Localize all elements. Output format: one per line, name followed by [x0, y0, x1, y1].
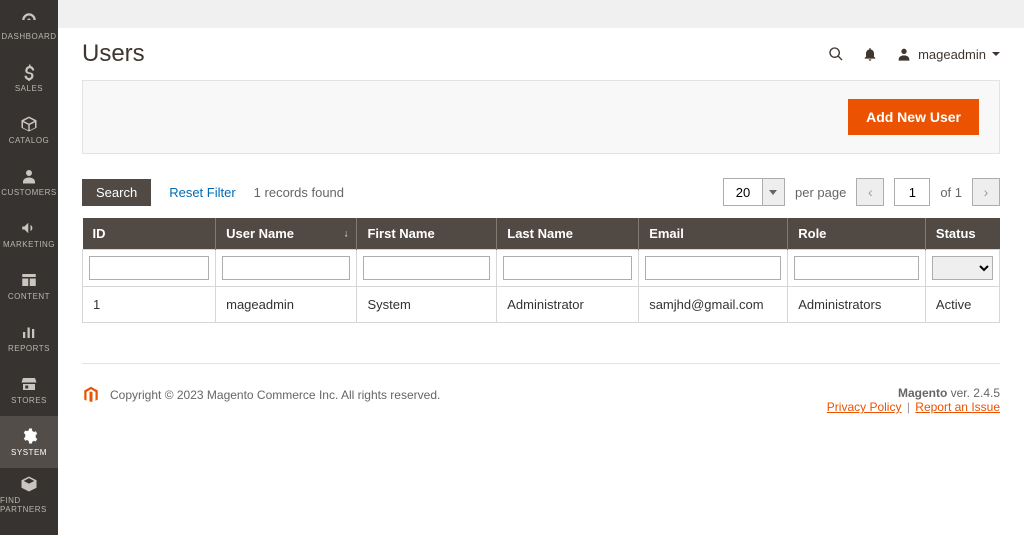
privacy-link[interactable]: Privacy Policy — [827, 400, 902, 414]
sidebar-item-sales[interactable]: SALES — [0, 52, 58, 104]
brand-label: Magento — [898, 386, 947, 400]
report-issue-link[interactable]: Report an Issue — [915, 400, 1000, 414]
sidebar-item-system[interactable]: SYSTEM — [0, 416, 58, 468]
sidebar-item-catalog[interactable]: CATALOG — [0, 104, 58, 156]
page-header: Users mageadmin — [58, 28, 1024, 80]
content-icon — [20, 271, 38, 289]
partners-icon — [20, 475, 38, 493]
dashboard-icon — [20, 11, 38, 29]
sidebar-label-stores: STORES — [11, 396, 47, 405]
cell-role: Administrators — [788, 287, 926, 323]
filter-row — [83, 250, 1000, 287]
sidebar-item-reports[interactable]: REPORTS — [0, 312, 58, 364]
cell-firstname: System — [357, 287, 497, 323]
store-icon — [20, 375, 38, 393]
page-footer: Copyright © 2023 Magento Commerce Inc. A… — [82, 363, 1000, 436]
person-icon — [20, 167, 38, 185]
sidebar-label-partners: FIND PARTNERS — [0, 496, 58, 514]
sidebar-label-dashboard: DASHBOARD — [1, 32, 56, 41]
barchart-icon — [20, 323, 38, 341]
filter-id-input[interactable] — [89, 256, 209, 280]
box-icon — [20, 115, 38, 133]
sidebar-item-content[interactable]: CONTENT — [0, 260, 58, 312]
chevron-down-icon — [992, 52, 1000, 56]
filter-status-select[interactable] — [932, 256, 993, 280]
sidebar-label-reports: REPORTS — [8, 344, 50, 353]
admin-sidebar: DASHBOARD SALES CATALOG CUSTOMERS MARKET… — [0, 0, 58, 535]
gear-icon — [20, 427, 38, 445]
reset-filter-link[interactable]: Reset Filter — [169, 185, 235, 200]
grid-toolbar: Search Reset Filter 1 records found per … — [82, 178, 1000, 206]
col-header-status[interactable]: Status — [925, 218, 999, 250]
col-header-lastname[interactable]: Last Name — [497, 218, 639, 250]
bell-icon[interactable] — [862, 46, 878, 62]
sidebar-label-sales: SALES — [15, 84, 43, 93]
sidebar-item-marketing[interactable]: MARKETING — [0, 208, 58, 260]
magento-logo-icon — [82, 386, 100, 404]
page-size-dropdown[interactable] — [763, 178, 785, 206]
user-icon — [896, 46, 912, 62]
filter-firstname-input[interactable] — [363, 256, 490, 280]
next-page-button[interactable]: › — [972, 178, 1000, 206]
filter-role-input[interactable] — [794, 256, 919, 280]
username-label: mageadmin — [918, 47, 986, 62]
page-size-input[interactable] — [723, 178, 763, 206]
sort-down-icon: ↓ — [343, 228, 348, 239]
megaphone-icon — [20, 219, 38, 237]
version-label: ver. 2.4.5 — [947, 386, 1000, 400]
col-header-firstname[interactable]: First Name — [357, 218, 497, 250]
cell-username: mageadmin — [216, 287, 357, 323]
cell-email: samjhd@gmail.com — [639, 287, 788, 323]
users-grid: ID User Name↓ First Name Last Name Email… — [82, 218, 1000, 323]
copyright-text: Copyright © 2023 Magento Commerce Inc. A… — [110, 388, 440, 402]
col-header-id[interactable]: ID — [83, 218, 216, 250]
sidebar-item-partners[interactable]: FIND PARTNERS — [0, 468, 58, 520]
filter-username-input[interactable] — [222, 256, 350, 280]
table-row[interactable]: 1 mageadmin System Administrator samjhd@… — [83, 287, 1000, 323]
sidebar-label-marketing: MARKETING — [3, 240, 55, 249]
current-page-input[interactable] — [894, 178, 930, 206]
of-pages-label: of 1 — [940, 185, 962, 200]
cell-lastname: Administrator — [497, 287, 639, 323]
col-header-role[interactable]: Role — [788, 218, 926, 250]
filter-lastname-input[interactable] — [503, 256, 632, 280]
action-bar: Add New User — [82, 80, 1000, 154]
dollar-icon — [20, 63, 38, 81]
sidebar-label-catalog: CATALOG — [9, 136, 50, 145]
cell-status: Active — [925, 287, 999, 323]
search-icon[interactable] — [828, 46, 844, 62]
search-button[interactable]: Search — [82, 179, 151, 206]
sidebar-label-customers: CUSTOMERS — [1, 188, 56, 197]
col-header-email[interactable]: Email — [639, 218, 788, 250]
filter-email-input[interactable] — [645, 256, 781, 280]
sidebar-item-dashboard[interactable]: DASHBOARD — [0, 0, 58, 52]
prev-page-button[interactable]: ‹ — [856, 178, 884, 206]
pager: per page ‹ of 1 › — [723, 178, 1000, 206]
add-new-user-button[interactable]: Add New User — [848, 99, 979, 135]
cell-id: 1 — [83, 287, 216, 323]
sidebar-label-system: SYSTEM — [11, 448, 47, 457]
sidebar-label-content: CONTENT — [8, 292, 50, 301]
per-page-label: per page — [795, 185, 846, 200]
records-found-label: 1 records found — [254, 185, 344, 200]
page-title: Users — [82, 40, 145, 68]
col-header-username[interactable]: User Name↓ — [216, 218, 357, 250]
user-menu[interactable]: mageadmin — [896, 46, 1000, 62]
sidebar-item-stores[interactable]: STORES — [0, 364, 58, 416]
sidebar-item-customers[interactable]: CUSTOMERS — [0, 156, 58, 208]
